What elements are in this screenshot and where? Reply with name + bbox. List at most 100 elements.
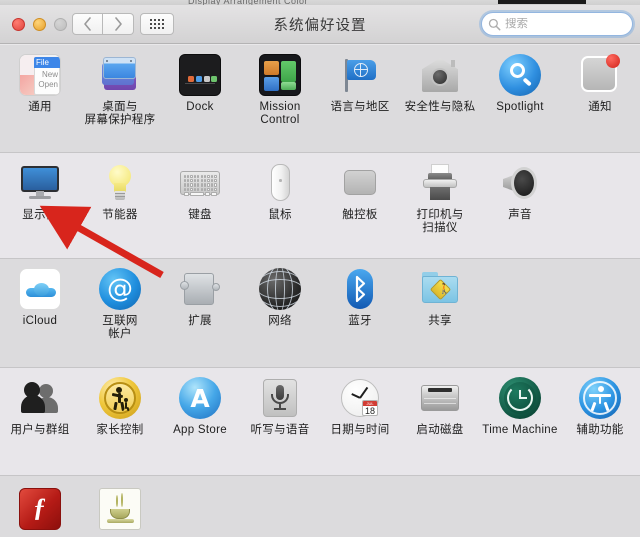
pane-users-groups[interactable]: 用户与群组 xyxy=(0,368,80,437)
chevron-left-icon xyxy=(84,17,91,31)
pane-label: 日期与时间 xyxy=(330,424,390,436)
dock-icon xyxy=(179,54,221,96)
search-field[interactable]: × xyxy=(481,12,640,36)
pane-network[interactable]: 网络 xyxy=(240,259,320,341)
users-icon xyxy=(19,377,61,419)
show-all-icon xyxy=(149,18,165,30)
pane-label: Dock xyxy=(186,101,214,113)
window-titlebar: 系统偏好设置 × xyxy=(0,5,640,44)
parental-controls-icon xyxy=(99,377,141,419)
pane-sound[interactable]: 声音 xyxy=(480,153,560,235)
pane-row-4: 用户与群组 家长控制 A App Store 听写与语音 JUL 18 日期与时… xyxy=(0,367,640,475)
general-icon: File New Open xyxy=(19,54,61,96)
pane-label: 语言与地区 xyxy=(330,101,390,113)
security-privacy-icon xyxy=(419,54,461,96)
forward-button[interactable] xyxy=(103,13,134,35)
pane-general[interactable]: File New Open 通用 xyxy=(0,45,80,127)
displays-icon xyxy=(19,162,61,204)
pane-extensions[interactable]: 扩展 xyxy=(160,259,240,341)
pane-label: 鼠标 xyxy=(268,209,292,221)
zoom-button[interactable] xyxy=(54,18,67,31)
pane-label: 网络 xyxy=(268,315,292,327)
pane-row-1: File New Open 通用 桌面与 屏幕保护程序 Dock Mission… xyxy=(0,45,640,152)
pane-label: 显示器 xyxy=(22,209,58,221)
preference-panes-container: File New Open 通用 桌面与 屏幕保护程序 Dock Mission… xyxy=(0,45,640,537)
pane-label: App Store xyxy=(173,424,227,436)
clock-calendar-icon: JUL 18 xyxy=(339,377,381,419)
pane-java[interactable] xyxy=(80,476,160,535)
navigation-buttons xyxy=(72,13,134,35)
bluetooth-icon xyxy=(339,268,381,310)
pane-label: 声音 xyxy=(508,209,532,221)
pane-energy-saver[interactable]: 节能器 xyxy=(80,153,160,235)
printer-icon xyxy=(419,162,461,204)
pane-notifications[interactable]: 通知 xyxy=(560,45,640,127)
pane-row-5: ƒ xyxy=(0,475,640,537)
pane-label: 桌面与 屏幕保护程序 xyxy=(84,101,156,126)
pane-label: Mission Control xyxy=(259,101,301,126)
hard-disk-icon xyxy=(419,377,461,419)
pane-language-region[interactable]: 语言与地区 xyxy=(320,45,400,127)
pane-bluetooth[interactable]: 蓝牙 xyxy=(320,259,400,341)
window-controls xyxy=(12,18,67,31)
desktop-screensaver-icon xyxy=(99,54,141,96)
pane-sharing[interactable]: 🚶 共享 xyxy=(400,259,480,341)
pane-flash-player[interactable]: ƒ xyxy=(0,476,80,535)
pane-label: 通知 xyxy=(588,101,612,113)
pane-parental-controls[interactable]: 家长控制 xyxy=(80,368,160,437)
pane-printers-scanners[interactable]: 打印机与 扫描仪 xyxy=(400,153,480,235)
pane-keyboard[interactable]: 键盘 xyxy=(160,153,240,235)
mission-control-icon xyxy=(259,54,301,96)
pane-accessibility[interactable]: 辅助功能 xyxy=(560,368,640,437)
pane-time-machine[interactable]: Time Machine xyxy=(480,368,560,437)
pane-dock[interactable]: Dock xyxy=(160,45,240,127)
pane-mouse[interactable]: 鼠标 xyxy=(240,153,320,235)
pane-label: 共享 xyxy=(428,315,452,327)
pane-label: iCloud xyxy=(22,315,58,327)
system-preferences-window: Display Arrangement Color 系统偏好设置 搜索 File… xyxy=(0,0,640,537)
sound-icon xyxy=(499,162,541,204)
pane-label: Time Machine xyxy=(482,424,558,436)
keyboard-icon xyxy=(179,162,221,204)
pane-label: 扩展 xyxy=(188,315,212,327)
pane-label: 打印机与 扫描仪 xyxy=(416,209,464,234)
pane-spotlight[interactable]: Spotlight xyxy=(480,45,560,127)
pane-icloud[interactable]: iCloud xyxy=(0,259,80,341)
pane-label: 互联网 帐户 xyxy=(102,315,138,340)
pane-label: 用户与群组 xyxy=(10,424,70,436)
close-button[interactable] xyxy=(12,18,25,31)
back-button[interactable] xyxy=(72,13,103,35)
energy-saver-icon xyxy=(99,162,141,204)
pane-row-3: iCloud @ 互联网 帐户 扩展 网络 蓝牙 🚶 共享 xyxy=(0,258,640,367)
icloud-icon xyxy=(19,268,61,310)
trackpad-icon xyxy=(339,162,381,204)
pane-displays[interactable]: 显示器 xyxy=(0,153,80,235)
mouse-icon xyxy=(259,162,301,204)
show-all-button[interactable] xyxy=(140,13,174,35)
pane-label: 启动磁盘 xyxy=(416,424,464,436)
time-machine-icon xyxy=(499,377,541,419)
notifications-icon xyxy=(579,54,621,96)
pane-row-2: 显示器 节能器 键盘 鼠标 触控板 打印机与 扫描仪 声音 xyxy=(0,152,640,258)
pane-mission-control[interactable]: Mission Control xyxy=(240,45,320,127)
microphone-icon xyxy=(259,377,301,419)
pane-label: 安全性与隐私 xyxy=(404,101,476,113)
minimize-button[interactable] xyxy=(33,18,46,31)
pane-app-store[interactable]: A App Store xyxy=(160,368,240,437)
pane-desktop-screensaver[interactable]: 桌面与 屏幕保护程序 xyxy=(80,45,160,127)
pane-label: 触控板 xyxy=(342,209,378,221)
pane-security-privacy[interactable]: 安全性与隐私 xyxy=(400,45,480,127)
pane-trackpad[interactable]: 触控板 xyxy=(320,153,400,235)
chevron-right-icon xyxy=(114,17,122,31)
pane-label: 通用 xyxy=(28,101,52,113)
search-input[interactable] xyxy=(501,18,640,30)
app-store-icon: A xyxy=(179,377,221,419)
pane-label: 辅助功能 xyxy=(576,424,624,436)
sharing-folder-icon: 🚶 xyxy=(419,268,461,310)
menubar-dark-patch xyxy=(498,0,586,4)
pane-internet-accounts[interactable]: @ 互联网 帐户 xyxy=(80,259,160,341)
pane-date-time[interactable]: JUL 18 日期与时间 xyxy=(320,368,400,437)
pane-label: Spotlight xyxy=(496,101,544,113)
pane-dictation-speech[interactable]: 听写与语音 xyxy=(240,368,320,437)
pane-startup-disk[interactable]: 启动磁盘 xyxy=(400,368,480,437)
